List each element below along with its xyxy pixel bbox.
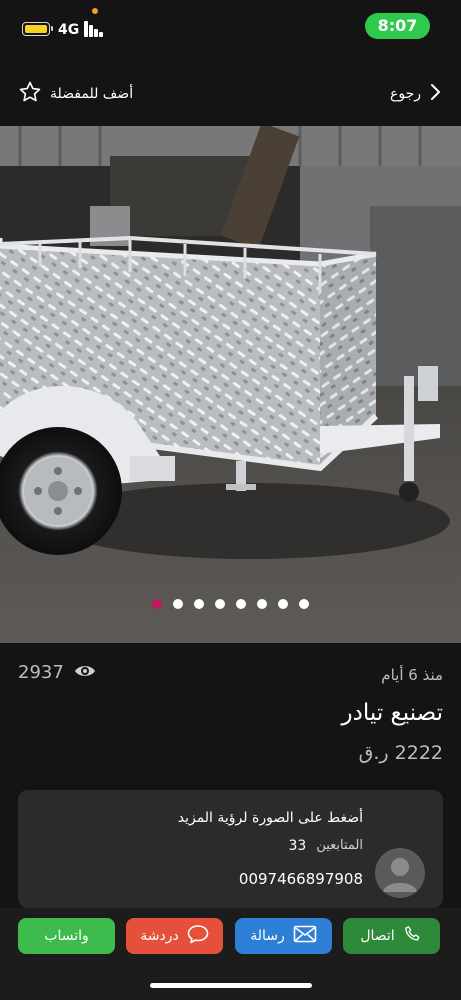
signal-icon <box>84 21 106 37</box>
followers-label: المتابعين <box>316 838 363 853</box>
star-outline-icon <box>18 80 42 108</box>
chevron-right-icon <box>429 83 441 105</box>
privacy-indicator-dot <box>92 8 98 14</box>
view-more-hint: أضغط على الصورة لرؤية المزيد <box>177 810 363 826</box>
gallery-dot[interactable] <box>173 599 183 609</box>
network-label: 4G <box>58 22 80 38</box>
message-button[interactable]: رسالة <box>235 918 332 954</box>
whatsapp-button[interactable]: واتساب <box>18 918 115 954</box>
gallery-pagination <box>0 599 461 609</box>
gallery-dot[interactable] <box>278 599 288 609</box>
listing-image-gallery[interactable] <box>0 126 461 643</box>
back-button[interactable]: رجوع <box>390 80 441 108</box>
back-label: رجوع <box>389 86 421 102</box>
add-to-favorites-label: أضف للمفضلة <box>50 86 134 102</box>
gallery-dot[interactable] <box>215 599 225 609</box>
user-avatar-icon[interactable] <box>375 848 425 898</box>
gallery-dot[interactable] <box>194 599 204 609</box>
chat-button[interactable]: دردشة <box>126 918 223 954</box>
listing-price: 2222 ر.ق <box>358 742 443 764</box>
status-bar: 4G 8:07 <box>0 0 461 60</box>
battery-icon <box>22 22 53 36</box>
envelope-icon <box>293 925 317 947</box>
clock: 8:07 <box>365 13 430 39</box>
gallery-dot[interactable] <box>299 599 309 609</box>
action-bar: اتصال رسالة دردشة واتساب <box>0 908 461 1000</box>
trailer-photo <box>0 126 461 643</box>
phone-icon <box>403 924 423 948</box>
eye-icon <box>74 663 96 683</box>
gallery-dot[interactable] <box>257 599 267 609</box>
call-button[interactable]: اتصال <box>343 918 440 954</box>
followers-count: 33 <box>288 838 307 854</box>
followers-info: المتابعين 33 <box>288 838 363 854</box>
gallery-dot-active[interactable] <box>152 599 162 609</box>
views-counter: 2937 <box>18 662 96 683</box>
posted-time: منذ 6 أيام <box>381 666 443 684</box>
nav-header: أضف للمفضلة رجوع <box>0 74 461 114</box>
listing-meta: 2937 منذ 6 أيام <box>0 662 461 688</box>
chat-label: دردشة <box>140 928 179 944</box>
seller-phone[interactable]: 0097466897908 <box>239 870 363 888</box>
home-indicator[interactable] <box>150 983 312 988</box>
views-count: 2937 <box>18 662 64 683</box>
add-to-favorites-button[interactable]: أضف للمفضلة <box>18 80 133 108</box>
chat-bubble-icon <box>187 924 209 948</box>
listing-title: تصنيع تيادر <box>341 700 443 726</box>
whatsapp-label: واتساب <box>44 928 89 944</box>
seller-card[interactable]: أضغط على الصورة لرؤية المزيد المتابعين 3… <box>18 790 443 908</box>
gallery-dot[interactable] <box>236 599 246 609</box>
message-label: رسالة <box>250 928 285 944</box>
call-label: اتصال <box>360 928 395 944</box>
